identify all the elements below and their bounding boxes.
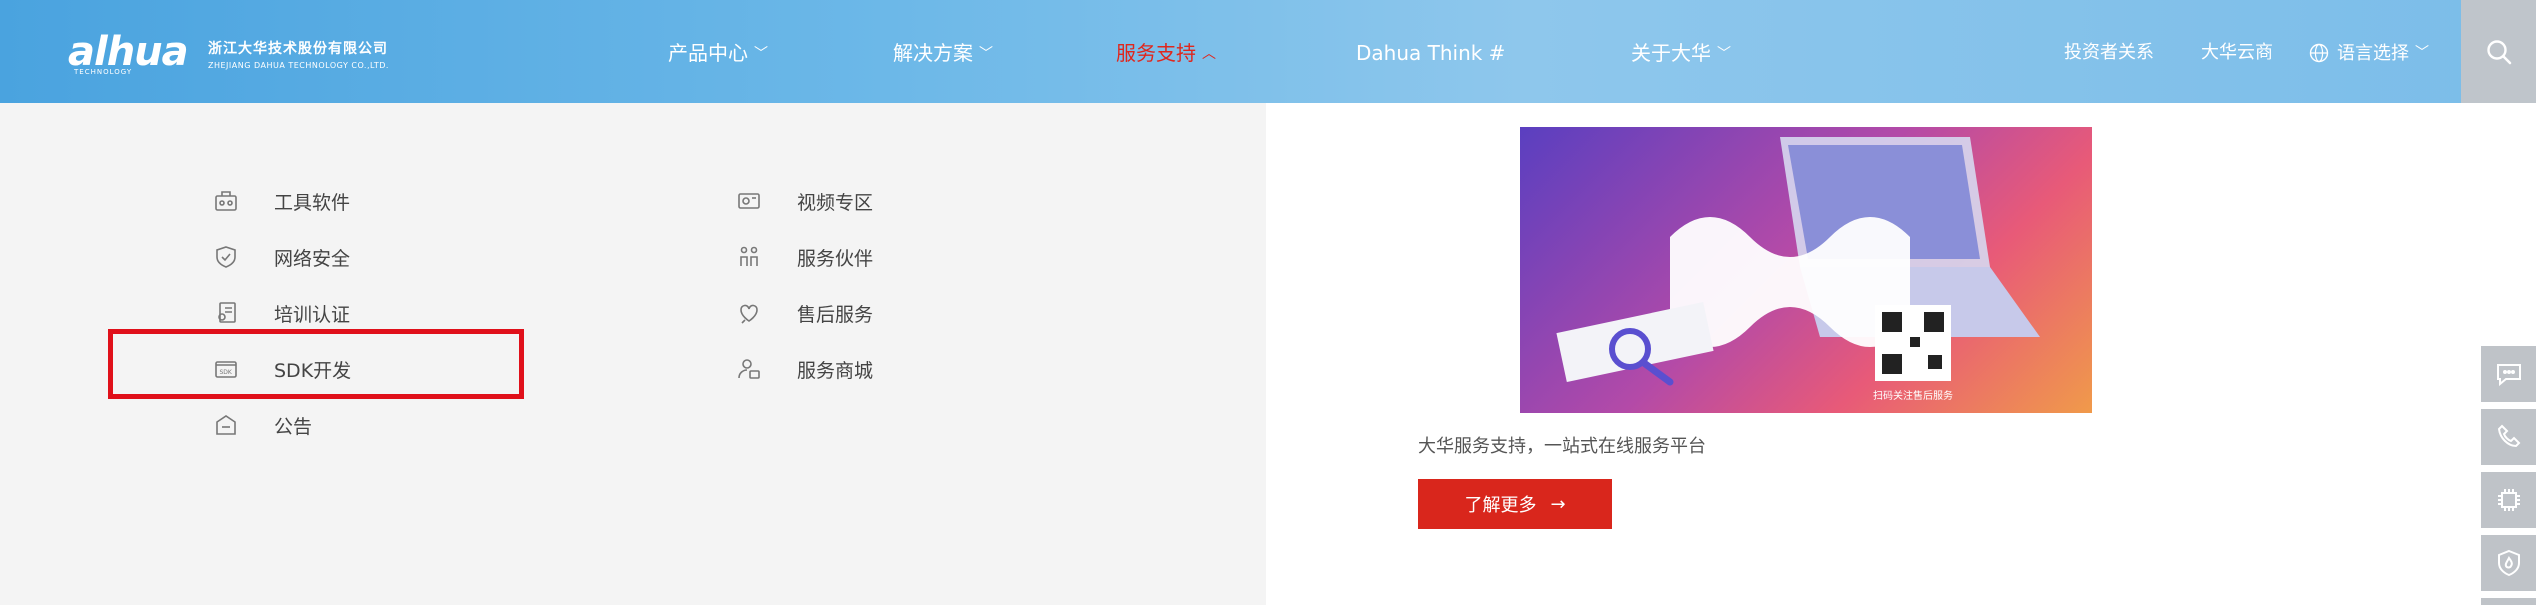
chat-bubble-icon [2496,364,2521,387]
investor-relations-link[interactable]: 投资者关系 [2064,42,2154,64]
arrow-right-icon: → [1550,493,1566,515]
chevron-down-icon: ﹀ [2415,45,2429,61]
menu-item-service-mall[interactable]: 服务商城 [735,353,873,385]
nav-products[interactable]: 产品中心 ﹀ [668,40,768,68]
nav-label: Dahua Think # [1356,41,1506,65]
nav-label: 服务支持 [1116,41,1196,65]
learn-more-label: 了解更多 [1464,495,1537,516]
after-sales-icon [735,299,763,327]
promo-illustration[interactable]: 扫码关注售后服务 [1520,127,2092,413]
menu-item-video-zone[interactable]: 视频专区 [735,185,873,217]
partners-icon [735,243,763,271]
menu-item-service-partners[interactable]: 服务伙伴 [735,241,873,273]
nav-label: 产品中心 [668,41,748,65]
service-mall-icon [735,355,763,383]
menu-label: 视频专区 [797,191,874,214]
nav-label: 解决方案 [893,41,973,65]
video-camera-icon [735,187,763,215]
menu-label: 培训认证 [274,303,351,326]
nav-about[interactable]: 关于大华 ﹀ [1631,40,1731,68]
chevron-down-icon: ﹀ [754,46,768,62]
menu-label: 工具软件 [274,191,351,214]
language-label: 语言选择 [2337,43,2409,64]
nav-dahua-think[interactable]: Dahua Think # [1356,40,1505,68]
chevron-down-icon: ﹀ [979,46,993,62]
menu-item-tool-software[interactable]: 工具软件 [212,185,350,217]
chip-icon [2497,489,2520,511]
menu-item-network-security[interactable]: 网络安全 [212,241,350,273]
fire-safety-button[interactable] [2481,535,2536,591]
shield-check-icon [212,243,240,271]
learn-more-button[interactable]: 了解更多 → [1418,479,1612,529]
announcement-icon [212,411,240,439]
language-selector[interactable]: 语言选择 ﹀ [2309,42,2429,65]
search-icon [2486,39,2511,64]
company-name: 浙江大华技术股份有限公司 ZHEJIANG DAHUA TECHNOLOGY C… [208,38,389,70]
chip-button[interactable] [2481,472,2536,528]
company-name-en: ZHEJIANG DAHUA TECHNOLOGY CO.,LTD. [208,61,389,70]
chevron-down-icon: ﹀ [1717,46,1731,62]
promo-caption: 大华服务支持，一站式在线服务平台 [1418,436,1706,457]
menu-label: 服务伙伴 [797,247,874,270]
menu-label: 网络安全 [274,247,351,270]
menu-label: 公告 [274,415,313,438]
phone-icon [2497,424,2520,448]
top-navigation-bar: alhua TECHNOLOGY 浙江大华技术股份有限公司 ZHEJIANG D… [0,0,2536,103]
certificate-icon [212,299,240,327]
side-toolbar-more[interactable] [2481,598,2536,605]
dahua-cloud-link[interactable]: 大华云商 [2201,42,2273,64]
menu-item-training-certification[interactable]: 培训认证 [212,297,350,329]
logo-subtitle: TECHNOLOGY [74,68,133,76]
menu-item-announcement[interactable]: 公告 [212,409,312,441]
globe-icon [2309,43,2329,63]
highlight-annotation-box [108,329,524,399]
menu-label: 服务商城 [797,359,874,382]
flame-shield-icon [2497,549,2520,577]
qr-caption: 扫码关注售后服务 [1873,389,1953,402]
toolbox-icon [212,187,240,215]
menu-label: 售后服务 [797,303,874,326]
chevron-up-icon: ︿ [1202,46,1216,62]
nav-solutions[interactable]: 解决方案 ﹀ [893,40,993,68]
search-button[interactable] [2461,0,2536,103]
company-name-cn: 浙江大华技术股份有限公司 [208,41,388,57]
phone-button[interactable] [2481,409,2536,465]
menu-item-after-sales[interactable]: 售后服务 [735,297,873,329]
online-chat-button[interactable] [2481,346,2536,402]
nav-service-support[interactable]: 服务支持 ︿ [1116,40,1216,68]
nav-label: 关于大华 [1631,41,1711,65]
